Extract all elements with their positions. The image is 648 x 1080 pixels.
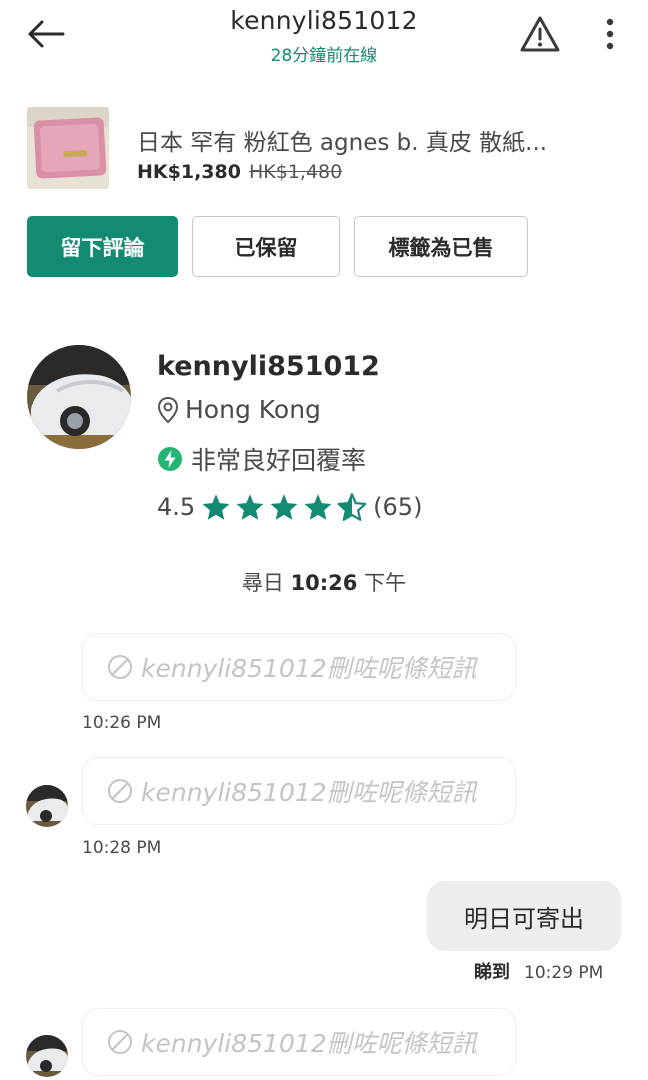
response-rate-text: 非常良好回覆率: [191, 446, 367, 475]
star-icon: [202, 494, 230, 520]
date-separator: 尋日 10:26 下午: [0, 567, 648, 597]
profile-location: Hong Kong: [157, 395, 321, 424]
deleted-message[interactable]: kennyli851012刪咗呢條短訊: [82, 757, 516, 825]
date-day: 尋日: [241, 571, 284, 595]
more-options-button[interactable]: [594, 12, 626, 56]
seen-status: 睇到: [474, 962, 510, 983]
outgoing-message[interactable]: 明日可寄出: [427, 881, 621, 951]
date-time: 10:26: [290, 571, 358, 595]
product-thumbnail[interactable]: [27, 107, 109, 189]
product-summary[interactable]: 日本 罕有 粉紅色 agnes b. 真皮 散紙... HK$1,380 HK$…: [27, 105, 627, 189]
original-price: HK$1,480: [249, 161, 343, 183]
prohibited-icon: [108, 779, 132, 803]
lightning-bolt-icon: [158, 447, 182, 471]
profile-username[interactable]: kennyli851012: [157, 351, 380, 382]
sender-avatar[interactable]: [26, 785, 68, 827]
deleted-message-text: kennyli851012刪咗呢條短訊: [141, 778, 477, 807]
star-rating: [201, 493, 367, 521]
response-rate: 非常良好回覆率: [157, 441, 366, 477]
prohibited-icon: [108, 1030, 132, 1054]
product-title: 日本 罕有 粉紅色 agnes b. 真皮 散紙...: [137, 130, 548, 156]
report-button[interactable]: [515, 12, 565, 56]
star-icon: [304, 494, 332, 520]
user-profile-card: kennyli851012 Hong Kong 非常良好回覆率 4.5 (65): [27, 345, 627, 535]
deleted-message[interactable]: kennyli851012刪咗呢條短訊: [82, 633, 516, 701]
warning-icon: [520, 16, 560, 52]
current-price: HK$1,380: [137, 161, 241, 183]
message-timestamp: 10:28 PM: [82, 838, 162, 858]
deleted-message-text: kennyli851012刪咗呢條短訊: [141, 654, 477, 683]
avatar[interactable]: [27, 345, 131, 449]
half-star-icon: [337, 493, 367, 521]
star-icon: [236, 494, 264, 520]
location-text: Hong Kong: [185, 395, 321, 424]
rating-row[interactable]: 4.5 (65): [157, 493, 422, 521]
message-timestamp: 10:26 PM: [82, 713, 162, 733]
price-row: HK$1,380 HK$1,480: [137, 161, 342, 183]
read-receipt: 睇到 10:29 PM: [474, 958, 603, 984]
message-timestamp: 10:29 PM: [524, 963, 604, 983]
more-vertical-icon: [606, 18, 614, 50]
deleted-message-text: kennyli851012刪咗呢條短訊: [141, 1029, 477, 1058]
rating-value: 4.5: [157, 493, 196, 521]
sender-avatar[interactable]: [26, 1035, 68, 1077]
review-count: (65): [373, 493, 423, 521]
star-icon: [270, 494, 298, 520]
chat-header: kennyli851012 28分鐘前在線: [0, 0, 648, 80]
date-period: 下午: [364, 571, 407, 595]
reserved-button[interactable]: 已保留: [192, 216, 340, 277]
outgoing-message-text: 明日可寄出: [464, 904, 584, 933]
mark-as-sold-button[interactable]: 標籤為已售: [354, 216, 528, 277]
location-pin-icon: [157, 396, 179, 423]
deleted-message[interactable]: kennyli851012刪咗呢條短訊: [82, 1008, 516, 1076]
leave-review-button[interactable]: 留下評論: [27, 216, 178, 277]
prohibited-icon: [108, 655, 132, 679]
